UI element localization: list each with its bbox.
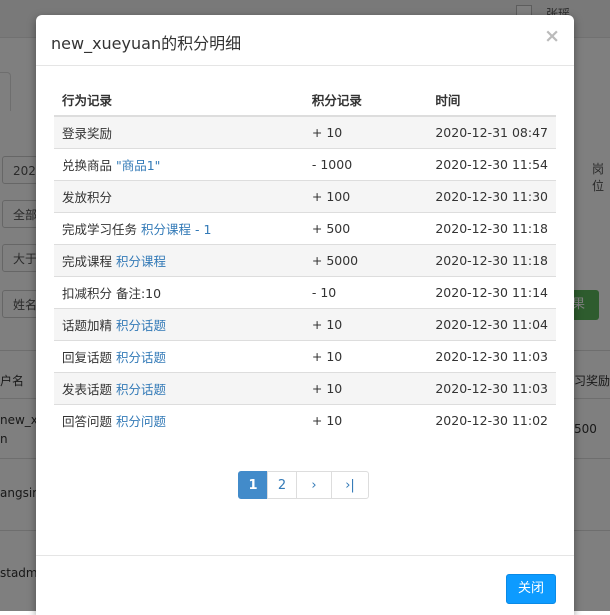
action-text: 回答问题 xyxy=(62,414,116,429)
table-row: 完成学习任务 积分课程 - 1 + 500 2020-12-30 11:18 xyxy=(54,212,556,245)
action-cell: 扣减积分 备注:10 xyxy=(54,276,304,309)
modal-title: new_xueyuan的积分明细 xyxy=(51,34,242,53)
table-row: 话题加精 积分话题 + 10 2020-12-30 11:04 xyxy=(54,308,556,341)
points-table: 行为记录 积分记录 时间 登录奖励 + 10 2020-12-31 08:47 兑换商… xyxy=(54,83,556,436)
action-link[interactable]: 积分课程 xyxy=(116,254,166,269)
action-link[interactable]: 积分话题 xyxy=(116,318,166,333)
points-detail-modal: new_xueyuan的积分明细 × 行为记录 积分记录 时间 登录奖励 + 10… xyxy=(36,15,574,615)
action-link[interactable]: 积分课程 - 1 xyxy=(141,222,211,237)
table-row: 完成课程 积分课程 + 5000 2020-12-30 11:18 xyxy=(54,244,556,277)
action-link[interactable]: 积分话题 xyxy=(116,350,166,365)
table-row: 回答问题 积分问题 + 10 2020-12-30 11:02 xyxy=(54,404,556,436)
modal-footer: 关闭 xyxy=(36,555,574,615)
page-1-button[interactable]: 1 xyxy=(238,471,268,499)
action-cell: 回答问题 积分问题 xyxy=(54,404,304,436)
table-row: 发表话题 积分话题 + 10 2020-12-30 11:03 xyxy=(54,372,556,405)
close-icon[interactable]: × xyxy=(544,27,560,46)
points-cell: + 100 xyxy=(303,180,428,213)
action-text: 回复话题 xyxy=(62,350,116,365)
points-cell: + 10 xyxy=(303,115,428,149)
action-text: 完成课程 xyxy=(62,254,116,269)
action-cell: 发表话题 积分话题 xyxy=(54,372,304,405)
action-text: 扣减积分 备注:10 xyxy=(62,286,162,301)
next-page-button[interactable]: › xyxy=(296,471,332,499)
time-cell: 2020-12-30 11:04 xyxy=(427,308,556,341)
action-link[interactable]: "商品1" xyxy=(116,158,160,173)
action-cell: 登录奖励 xyxy=(54,115,304,149)
col-header-time: 时间 xyxy=(427,83,556,117)
table-row: 回复话题 积分话题 + 10 2020-12-30 11:03 xyxy=(54,340,556,373)
time-cell: 2020-12-30 11:14 xyxy=(427,276,556,309)
table-row: 兑换商品 "商品1" - 1000 2020-12-30 11:54 xyxy=(54,148,556,181)
modal-header: new_xueyuan的积分明细 × xyxy=(36,15,574,66)
time-cell: 2020-12-31 08:47 xyxy=(427,115,556,149)
action-text: 发表话题 xyxy=(62,382,116,397)
action-cell: 发放积分 xyxy=(54,180,304,213)
action-link[interactable]: 积分话题 xyxy=(116,382,166,397)
pagination: 1 2 › ›| xyxy=(238,471,369,499)
time-cell: 2020-12-30 11:02 xyxy=(427,404,556,436)
time-cell: 2020-12-30 11:03 xyxy=(427,372,556,405)
action-text: 兑换商品 xyxy=(62,158,116,173)
col-header-points: 积分记录 xyxy=(303,83,428,117)
action-cell: 回复话题 积分话题 xyxy=(54,340,304,373)
points-cell: + 10 xyxy=(303,404,428,436)
points-cell: + 10 xyxy=(303,340,428,373)
time-cell: 2020-12-30 11:18 xyxy=(427,244,556,277)
action-text: 发放积分 xyxy=(62,190,113,205)
last-page-button[interactable]: ›| xyxy=(331,471,369,499)
action-cell: 完成学习任务 积分课程 - 1 xyxy=(54,212,304,245)
points-cell: - 10 xyxy=(303,276,428,309)
table-row: 扣减积分 备注:10 - 10 2020-12-30 11:14 xyxy=(54,276,556,309)
time-cell: 2020-12-30 11:03 xyxy=(427,340,556,373)
table-row: 发放积分 + 100 2020-12-30 11:30 xyxy=(54,180,556,213)
table-row: 登录奖励 + 10 2020-12-31 08:47 xyxy=(54,115,556,149)
action-text: 话题加精 xyxy=(62,318,116,333)
action-cell: 话题加精 积分话题 xyxy=(54,308,304,341)
action-cell: 完成课程 积分课程 xyxy=(54,244,304,277)
action-text: 完成学习任务 xyxy=(62,222,141,237)
points-cell: + 500 xyxy=(303,212,428,245)
action-text: 登录奖励 xyxy=(62,126,113,141)
time-cell: 2020-12-30 11:30 xyxy=(427,180,556,213)
points-cell: + 5000 xyxy=(303,244,428,277)
action-cell: 兑换商品 "商品1" xyxy=(54,148,304,181)
page-2-button[interactable]: 2 xyxy=(267,471,297,499)
action-link[interactable]: 积分问题 xyxy=(116,414,166,429)
time-cell: 2020-12-30 11:54 xyxy=(427,148,556,181)
time-cell: 2020-12-30 11:18 xyxy=(427,212,556,245)
points-cell: - 1000 xyxy=(303,148,428,181)
points-cell: + 10 xyxy=(303,372,428,405)
table-header-row: 行为记录 积分记录 时间 xyxy=(54,83,556,117)
close-button[interactable]: 关闭 xyxy=(506,574,556,604)
col-header-action: 行为记录 xyxy=(54,83,304,117)
points-cell: + 10 xyxy=(303,308,428,341)
